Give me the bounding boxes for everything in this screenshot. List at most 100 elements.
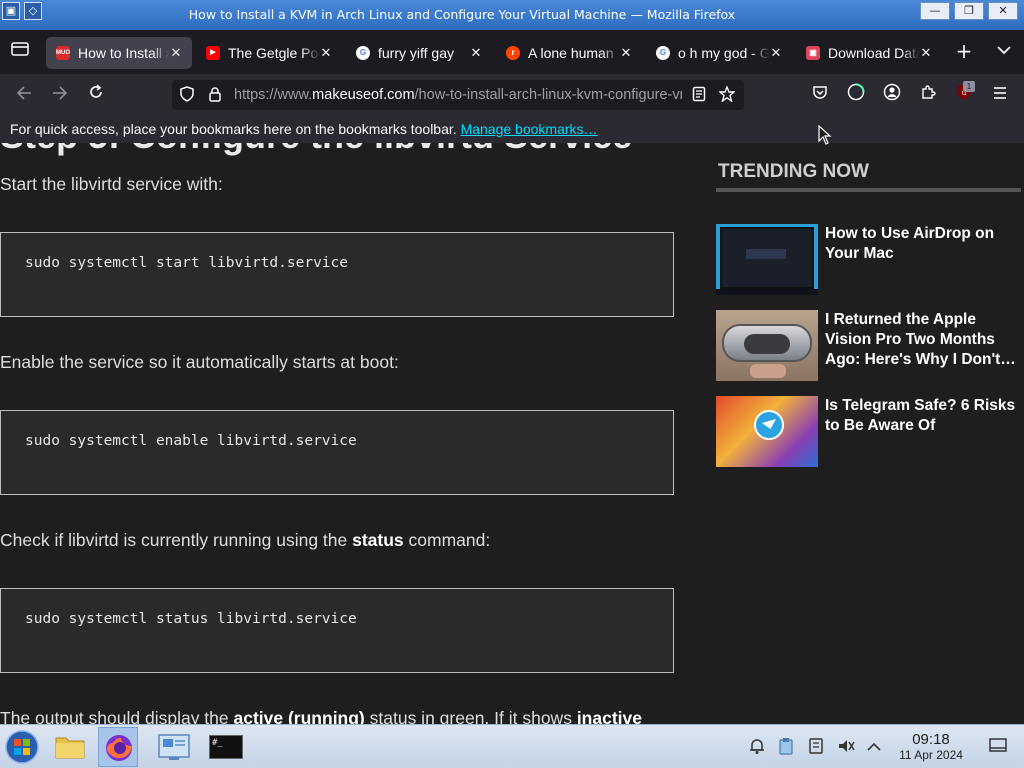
code-block-start: sudo systemctl start libvirtd.service — [0, 232, 674, 317]
file-manager-button[interactable] — [50, 727, 90, 767]
storage-tray-icon[interactable] — [806, 737, 826, 757]
manage-bookmarks-link[interactable]: Manage bookmarks… — [461, 121, 598, 137]
code-text[interactable]: sudo systemctl status libvirtd.service — [25, 611, 357, 627]
google-favicon-icon: G — [356, 46, 370, 60]
close-window-button[interactable]: ✕ — [988, 2, 1018, 20]
terminal-icon: #_ — [209, 735, 243, 759]
taskbar: #_ 09:18 11 Apr 2024 — [0, 724, 1024, 768]
paragraph-check-status: Check if libvirtd is currently running u… — [0, 530, 490, 551]
firefox-view-button[interactable] — [8, 40, 32, 64]
paragraph-enable-service: Enable the service so it automatically s… — [0, 352, 399, 372]
close-tab-icon[interactable]: ✕ — [918, 45, 934, 61]
show-desktop-icon[interactable] — [988, 737, 1008, 757]
bookmark-star-icon[interactable] — [718, 85, 736, 104]
tab-search-1[interactable]: G furry yiff gay ✕ — [346, 37, 492, 69]
pocket-button[interactable] — [808, 83, 832, 107]
url-bar[interactable]: https://www.makeuseof.com/how-to-install… — [172, 80, 744, 110]
firefox-taskbar-button[interactable] — [98, 727, 138, 767]
trending-item[interactable]: I Returned the Apple Vision Pro Two Mont… — [716, 310, 1021, 382]
forward-button[interactable] — [48, 83, 72, 107]
trending-item[interactable]: How to Use AirDrop on Your Mac — [716, 224, 1021, 296]
start-menu-button[interactable] — [2, 727, 42, 767]
trending-title-link[interactable]: How to Use AirDrop on Your Mac — [825, 224, 1021, 264]
paragraph-output: The output should display the active (ru… — [0, 708, 642, 724]
clock-date[interactable]: 11 Apr 2024 — [892, 748, 970, 762]
terminal-taskbar-button[interactable]: #_ — [206, 727, 246, 767]
tab-label: A lone human — [528, 45, 614, 61]
extensions-button[interactable] — [916, 83, 940, 107]
bookmarks-message: For quick access, place your bookmarks h… — [10, 121, 598, 137]
clipboard-tray-icon[interactable] — [776, 737, 796, 757]
trending-thumbnail[interactable] — [716, 224, 818, 295]
chevron-up-icon[interactable] — [864, 737, 884, 757]
maximize-button[interactable]: ❐ — [954, 2, 984, 20]
reload-button[interactable] — [84, 83, 108, 107]
muo-favicon-icon: MUO — [56, 46, 70, 60]
code-text[interactable]: sudo systemctl enable libvirtd.service — [25, 433, 357, 449]
bold-text: status — [352, 530, 404, 550]
reload-icon — [90, 84, 102, 98]
tab-how-to-install-kvm[interactable]: MUO How to Install a KVM in Arch Linux ✕ — [46, 37, 192, 69]
url-text[interactable]: https://www.makeuseof.com/how-to-install… — [234, 87, 682, 103]
url-host: makeuseof.com — [312, 87, 415, 103]
tab-getgle-podcast[interactable]: ▶ The Getgle Podcast ✕ — [196, 37, 342, 69]
tab-download-data[interactable]: ▣ Download Data ✕ — [796, 37, 942, 69]
tab-oh-my-god[interactable]: G o h my god - G ✕ — [646, 37, 792, 69]
reddit-favicon-icon: r — [506, 46, 520, 60]
web-page-content: Step 5: Configure the libvirtd Service S… — [0, 143, 1024, 724]
list-all-tabs-button[interactable] — [992, 40, 1016, 64]
system-settings-icon — [158, 734, 190, 760]
account-icon — [883, 83, 901, 101]
close-tab-icon[interactable]: ✕ — [168, 45, 184, 61]
trending-item[interactable]: Is Telegram Safe? 6 Risks to Be Aware Of — [716, 396, 1021, 468]
notifications-bell-icon[interactable] — [747, 737, 767, 757]
tab-strip: MUO How to Install a KVM in Arch Linux ✕… — [0, 30, 1024, 75]
extension-badge: 1 — [963, 81, 975, 92]
url-path: /how-to-install-arch-linux-kvm-configure… — [414, 87, 682, 103]
close-tab-icon[interactable]: ✕ — [618, 45, 634, 61]
trending-heading: TRENDING NOW — [718, 161, 869, 182]
puzzle-piece-icon — [922, 85, 936, 99]
window-titlebar[interactable]: ▣ ◇ How to Install a KVM in Arch Linux a… — [0, 0, 1024, 30]
arrow-right-icon — [53, 86, 68, 100]
google-favicon-icon: G — [656, 46, 670, 60]
code-text[interactable]: sudo systemctl start libvirtd.service — [25, 255, 348, 271]
new-tab-button[interactable]: + — [952, 40, 976, 64]
tab-label: Download Data — [828, 45, 920, 61]
youtube-favicon-icon: ▶ — [206, 46, 220, 60]
volume-muted-icon[interactable] — [836, 737, 856, 757]
firefox-view-icon — [11, 42, 29, 56]
trending-thumbnail[interactable] — [716, 310, 818, 381]
bookmarks-hint-text: For quick access, place your bookmarks h… — [10, 121, 457, 137]
window-title: How to Install a KVM in Arch Linux and C… — [188, 7, 736, 22]
tab-a-lone-human[interactable]: r A lone human ✕ — [496, 37, 642, 69]
download-progress-icon — [847, 83, 865, 101]
trending-thumbnail[interactable] — [716, 396, 818, 467]
tracking-protection-shield-icon[interactable] — [178, 86, 196, 104]
download-favicon-icon: ▣ — [806, 46, 820, 60]
firefox-icon — [106, 735, 132, 761]
trending-title-link[interactable]: Is Telegram Safe? 6 Risks to Be Aware Of — [825, 396, 1021, 436]
bold-text: inactive — [576, 708, 642, 724]
trending-title-link[interactable]: I Returned the Apple Vision Pro Two Mont… — [825, 310, 1021, 370]
close-tab-icon[interactable]: ✕ — [768, 45, 784, 61]
minimize-button[interactable]: — — [920, 2, 950, 20]
text-run: status in green. If it shows — [364, 708, 577, 724]
code-block-enable: sudo systemctl enable libvirtd.service — [0, 410, 674, 495]
close-tab-icon[interactable]: ✕ — [468, 45, 484, 61]
window-controls: — ❐ ✕ — [920, 2, 1018, 20]
downloads-button[interactable] — [844, 83, 868, 107]
navigation-toolbar: https://www.makeuseof.com/how-to-install… — [0, 75, 1024, 115]
settings-taskbar-button[interactable] — [154, 727, 194, 767]
app-menu-button[interactable] — [988, 83, 1012, 107]
tab-label: The Getgle Podcast — [228, 45, 320, 61]
paragraph-start-service: Start the libvirtd service with: — [0, 174, 223, 194]
back-button[interactable] — [12, 83, 36, 107]
clock-time[interactable]: 09:18 — [896, 731, 966, 748]
reader-view-icon[interactable] — [690, 86, 708, 104]
trending-divider — [716, 188, 1021, 192]
lock-icon[interactable] — [206, 86, 224, 104]
account-button[interactable] — [880, 83, 904, 107]
mouse-pointer-icon — [818, 124, 832, 149]
close-tab-icon[interactable]: ✕ — [318, 45, 334, 61]
